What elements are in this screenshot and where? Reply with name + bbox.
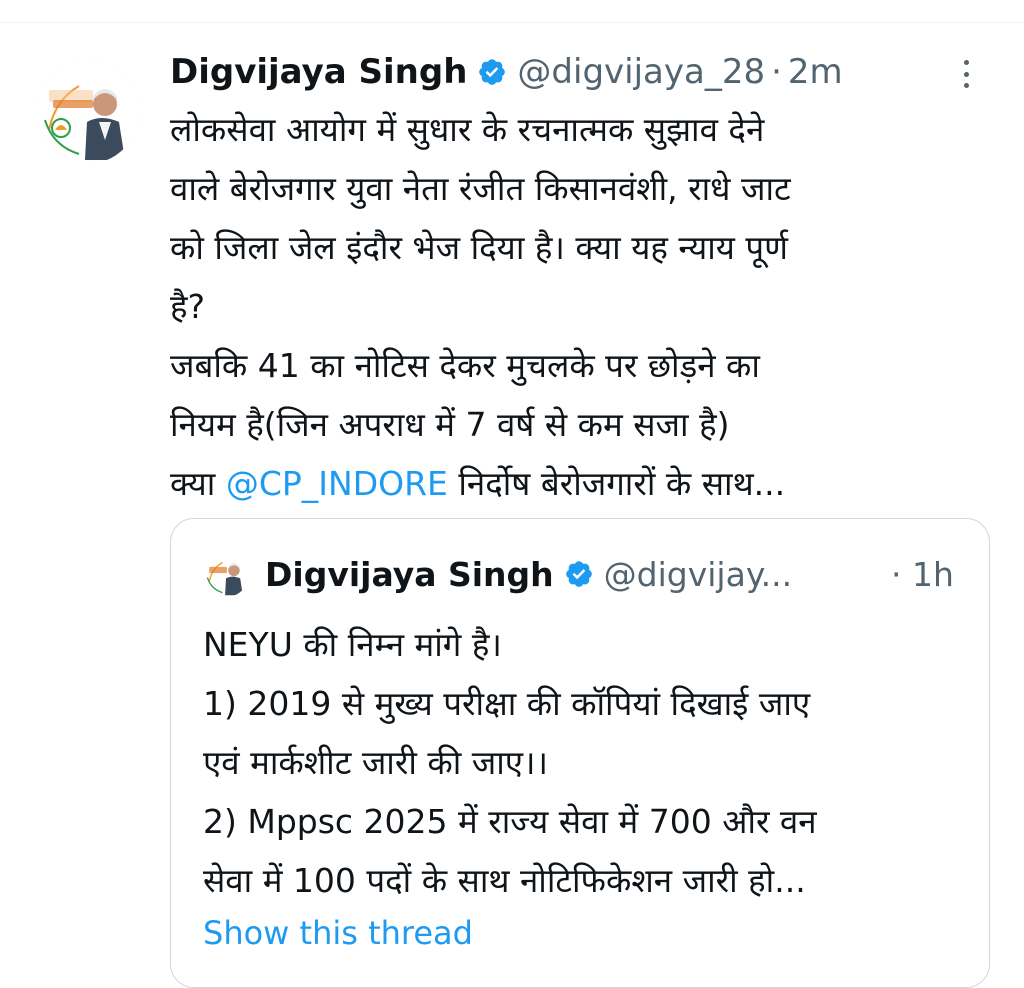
author-name[interactable]: Digvijaya Singh — [170, 52, 467, 92]
text-prefix: क्या — [170, 464, 226, 503]
avatar-image — [203, 551, 249, 597]
tweet-text-line-with-mention: क्या @CP_INDORE निर्दोष बेरोजगारों के सा… — [170, 454, 990, 513]
quoted-tweet-header: Digvijaya Singh @digvijay... — [265, 551, 792, 597]
quoted-text-line: एवं मार्कशीट जारी की जाए।। — [203, 743, 549, 782]
quoted-text-line: सेवा में 100 पदों के साथ नोटिफिकेशन जारी… — [203, 861, 806, 900]
tweet-text-line: नियम है(जिन अपराध में 7 वर्ष से कम सजा ह… — [170, 405, 730, 444]
quoted-author-handle[interactable]: @digvijay... — [604, 555, 792, 594]
more-options-icon[interactable] — [958, 56, 974, 92]
quoted-text-line: NEYU की निम्न मांगे है। — [203, 625, 502, 664]
verified-badge-icon — [477, 57, 507, 87]
tweet-text-line: है? — [170, 287, 206, 326]
tweet-text-line: लोकसेवा आयोग में सुधार के रचनात्मक सुझाव… — [170, 110, 765, 149]
author-handle[interactable]: @digvijaya_28 — [517, 52, 765, 92]
tweet-header: Digvijaya Singh @digvijaya_28 · 2m — [170, 50, 843, 94]
text-suffix: निर्दोष बेरोजगारों के साथ... — [447, 464, 786, 503]
quoted-tweet-text: NEYU की निम्न मांगे है। 1) 2019 से मुख्य… — [203, 615, 963, 910]
tweet-text-line: वाले बेरोजगार युवा नेता रंजीत किसानवंशी,… — [170, 169, 791, 208]
tweet-text: लोकसेवा आयोग में सुधार के रचनात्मक सुझाव… — [170, 100, 990, 513]
quoted-author-name[interactable]: Digvijaya Singh — [265, 555, 554, 594]
avatar-image — [35, 60, 139, 164]
tweet-timestamp[interactable]: 2m — [788, 52, 843, 92]
meta-separator: · — [771, 52, 782, 92]
tweet-text-line: जबकि 41 का नोटिस देकर मुचलके पर छोड़ने क… — [170, 346, 760, 385]
mention-link[interactable]: @CP_INDORE — [226, 464, 448, 503]
show-thread-link[interactable]: Show this thread — [203, 914, 473, 952]
verified-badge-icon — [564, 559, 594, 589]
author-avatar[interactable] — [35, 60, 139, 164]
quoted-author-avatar[interactable] — [203, 551, 249, 597]
tweet-text-line: को जिला जेल इंदौर भेज दिया है। क्या यह न… — [170, 228, 789, 267]
quoted-tweet-card[interactable]: Digvijaya Singh @digvijay... · 1h NEYU क… — [170, 518, 990, 988]
top-divider — [0, 22, 1024, 23]
quoted-text-line: 1) 2019 से मुख्य परीक्षा की कॉपियां दिखा… — [203, 684, 811, 723]
quoted-tweet-timestamp[interactable]: · 1h — [891, 551, 954, 597]
quoted-text-line: 2) Mppsc 2025 में राज्य सेवा में 700 और … — [203, 802, 817, 841]
